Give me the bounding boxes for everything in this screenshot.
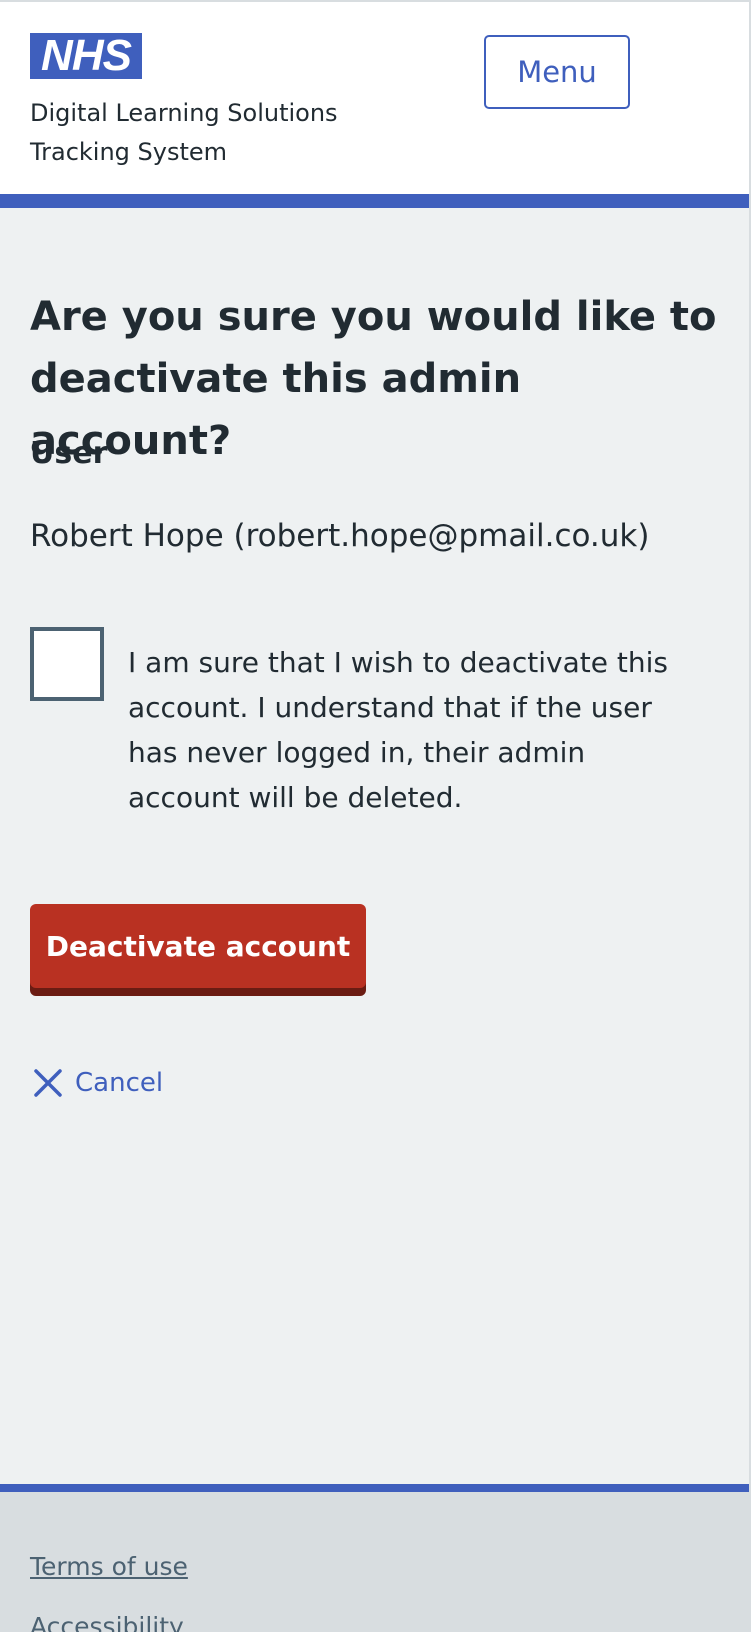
service-name: Digital Learning Solutions Tracking Syst… — [30, 99, 338, 166]
site-footer: Terms of use Accessibility — [0, 1484, 749, 1632]
confirm-checkbox[interactable] — [30, 627, 104, 701]
deactivate-account-button[interactable]: Deactivate account — [30, 904, 366, 988]
cancel-label: Cancel — [75, 1068, 164, 1098]
site-header: NHS Digital Learning Solutions Tracking … — [0, 2, 749, 208]
confirm-checkbox-label[interactable]: I am sure that I wish to deactivate this… — [128, 640, 688, 820]
main-content: Are you sure you would like to deactivat… — [0, 208, 749, 1484]
terms-of-use-link[interactable]: Terms of use — [30, 1552, 188, 1581]
user-value: Robert Hope (robert.hope@pmail.co.uk) — [30, 518, 650, 554]
nhs-logo[interactable]: NHS — [30, 33, 142, 79]
user-label: User — [30, 436, 108, 471]
cancel-link[interactable]: Cancel — [33, 1065, 163, 1101]
accessibility-link[interactable]: Accessibility — [30, 1612, 184, 1632]
menu-button[interactable]: Menu — [484, 35, 630, 109]
page-frame: NHS Digital Learning Solutions Tracking … — [0, 0, 751, 1632]
page-title: Are you sure you would like to deactivat… — [30, 294, 717, 464]
close-icon — [33, 1068, 63, 1098]
